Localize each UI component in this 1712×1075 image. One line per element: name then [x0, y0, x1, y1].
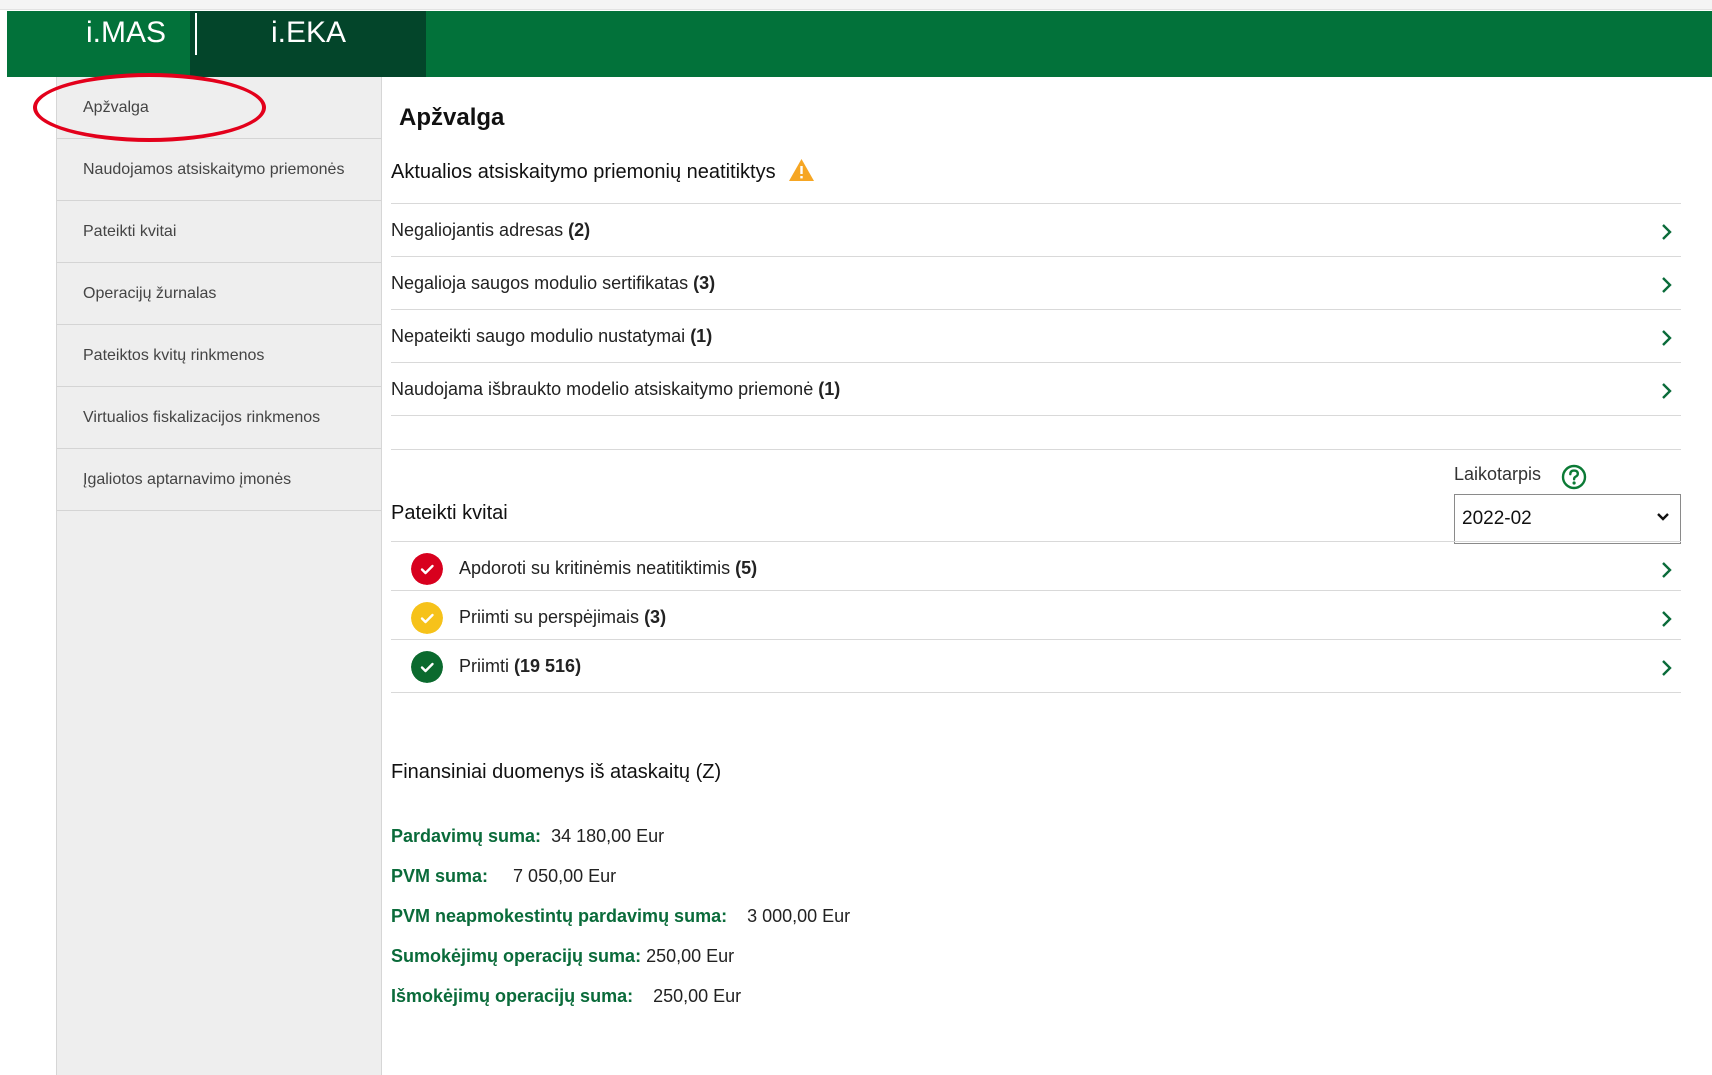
- warning-status-icon: [411, 602, 443, 634]
- warning-icon: [788, 159, 814, 181]
- finance-label: PVM neapmokestintų pardavimų suma:: [391, 906, 728, 926]
- chevron-right-icon: [1662, 277, 1672, 293]
- chevron-down-icon: [1657, 513, 1669, 521]
- receipt-status-count: (3): [644, 607, 667, 627]
- help-icon[interactable]: [1561, 464, 1587, 490]
- receipt-status-count: (5): [735, 558, 758, 578]
- finance-value: 250,00 Eur: [646, 946, 735, 966]
- finance-row: PVM neapmokestintų pardavimų suma: 3 000…: [391, 906, 850, 927]
- chevron-right-icon: [1662, 330, 1672, 346]
- sidebar-item-virtual-fiscalization-files[interactable]: Virtualios fiskalizacijos rinkmenos: [57, 387, 381, 449]
- finance-value: 7 050,00 Eur: [513, 866, 617, 886]
- sidebar-item-authorized-service-companies[interactable]: Įgaliotos aptarnavimo įmonės: [57, 449, 381, 511]
- finance-label: Sumokėjimų operacijų suma:: [391, 946, 642, 966]
- finance-row: Sumokėjimų operacijų suma: 250,00 Eur: [391, 946, 734, 967]
- browser-top-strip: [0, 0, 1712, 10]
- finance-label: Išmokėjimų operacijų suma:: [391, 986, 634, 1006]
- issue-row[interactable]: Negaliojantis adresas (2): [391, 203, 1681, 256]
- finance-row: PVM suma: 7 050,00 Eur: [391, 866, 616, 887]
- sidebar: Apžvalga Naudojamos atsiskaitymo priemon…: [56, 77, 382, 1075]
- finance-label: PVM suma:: [391, 866, 489, 886]
- sidebar-item-operations-log[interactable]: Operacijų žurnalas: [57, 263, 381, 325]
- issue-row[interactable]: Negalioja saugos modulio sertifikatas (3…: [391, 256, 1681, 309]
- issue-row[interactable]: Naudojama išbraukto modelio atsiskaitymo…: [391, 362, 1681, 415]
- finance-row: Išmokėjimų operacijų suma: 250,00 Eur: [391, 986, 741, 1007]
- top-header: i.MAS i.EKA: [7, 11, 1712, 77]
- tab-imas[interactable]: i.MAS: [86, 11, 195, 77]
- finance-value: 34 180,00 Eur: [551, 826, 665, 846]
- issue-count: (2): [568, 220, 591, 240]
- finance-value: 250,00 Eur: [653, 986, 742, 1006]
- issue-row[interactable]: Nepateikti saugo modulio nustatymai (1): [391, 309, 1681, 362]
- receipt-status-row[interactable]: Priimti (19 516): [391, 639, 1681, 692]
- chevron-right-icon: [1662, 611, 1672, 627]
- receipt-status-label: Priimti su perspėjimais: [459, 607, 640, 627]
- issues-title-text: Aktualios atsiskaitymo priemonių neatiti…: [391, 161, 776, 183]
- chevron-right-icon: [1662, 660, 1672, 676]
- receipt-status-count: (19 516): [514, 656, 582, 676]
- finance-row: Pardavimų suma: 34 180,00 Eur: [391, 826, 664, 847]
- divider: [391, 692, 1681, 693]
- sidebar-item-apzvalga[interactable]: Apžvalga: [57, 77, 381, 139]
- finance-label: Pardavimų suma:: [391, 826, 542, 846]
- receipt-status-row[interactable]: Priimti su perspėjimais (3): [391, 590, 1681, 643]
- sidebar-item-receipts[interactable]: Pateikti kvitai: [57, 201, 381, 263]
- tab-ieka[interactable]: i.EKA: [190, 11, 426, 77]
- receipt-status-row[interactable]: Apdoroti su kritinėmis neatitiktimis (5): [391, 541, 1681, 594]
- issue-count: (3): [693, 273, 716, 293]
- issue-count: (1): [818, 379, 841, 399]
- issue-label: Nepateikti saugo modulio nustatymai: [391, 326, 686, 346]
- page-title: Apžvalga: [399, 104, 505, 131]
- chevron-right-icon: [1662, 224, 1672, 240]
- issues-section-title: Aktualios atsiskaitymo priemonių neatiti…: [391, 158, 815, 184]
- finance-value: 3 000,00 Eur: [747, 906, 851, 926]
- period-label: Laikotarpis: [1454, 464, 1542, 484]
- divider: [391, 415, 1681, 416]
- period-select[interactable]: 2022-02: [1454, 494, 1681, 544]
- finance-section-title: Finansiniai duomenys iš ataskaitų (Z): [391, 761, 722, 783]
- issue-label: Naudojama išbraukto modelio atsiskaitymo…: [391, 379, 814, 399]
- chevron-right-icon: [1662, 383, 1672, 399]
- critical-status-icon: [411, 553, 443, 585]
- period-select-value: 2022-02: [1462, 508, 1532, 529]
- receipt-status-label: Apdoroti su kritinėmis neatitiktimis: [459, 558, 731, 578]
- chevron-right-icon: [1662, 562, 1672, 578]
- issue-label: Negaliojantis adresas: [391, 220, 564, 240]
- divider: [391, 449, 1681, 450]
- issue-label: Negalioja saugos modulio sertifikatas: [391, 273, 694, 293]
- receipt-status-label: Priimti: [459, 656, 509, 676]
- sidebar-item-receipt-files[interactable]: Pateiktos kvitų rinkmenos: [57, 325, 381, 387]
- issue-count: (1): [690, 326, 713, 346]
- header-tab-divider: [195, 13, 197, 55]
- receipts-section-title: Pateikti kvitai: [391, 502, 508, 524]
- accepted-status-icon: [411, 651, 443, 683]
- sidebar-item-payment-instruments[interactable]: Naudojamos atsiskaitymo priemonės: [57, 139, 381, 201]
